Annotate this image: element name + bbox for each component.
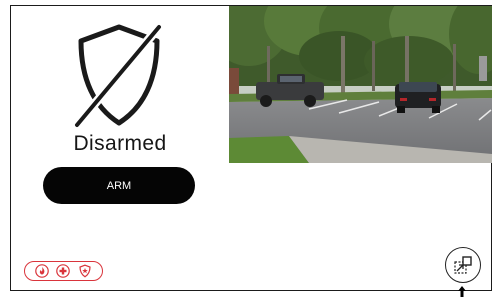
mouse-cursor-icon — [458, 286, 466, 297]
expand-view-icon — [454, 256, 472, 274]
arm-status-panel: Disarmed ARM — [11, 6, 229, 290]
alert-indicators[interactable] — [24, 261, 103, 281]
arm-button[interactable]: ARM — [43, 167, 195, 204]
shield-off-icon — [73, 24, 163, 128]
arm-status-label: Disarmed — [73, 132, 167, 155]
security-panel-card: Disarmed ARM — [10, 5, 492, 291]
camera-feed[interactable] — [229, 6, 492, 163]
expand-view-button[interactable] — [445, 247, 481, 283]
police-icon — [79, 264, 91, 278]
medical-icon — [56, 264, 71, 278]
camera-feed-image — [229, 6, 492, 163]
fire-icon — [35, 264, 49, 278]
